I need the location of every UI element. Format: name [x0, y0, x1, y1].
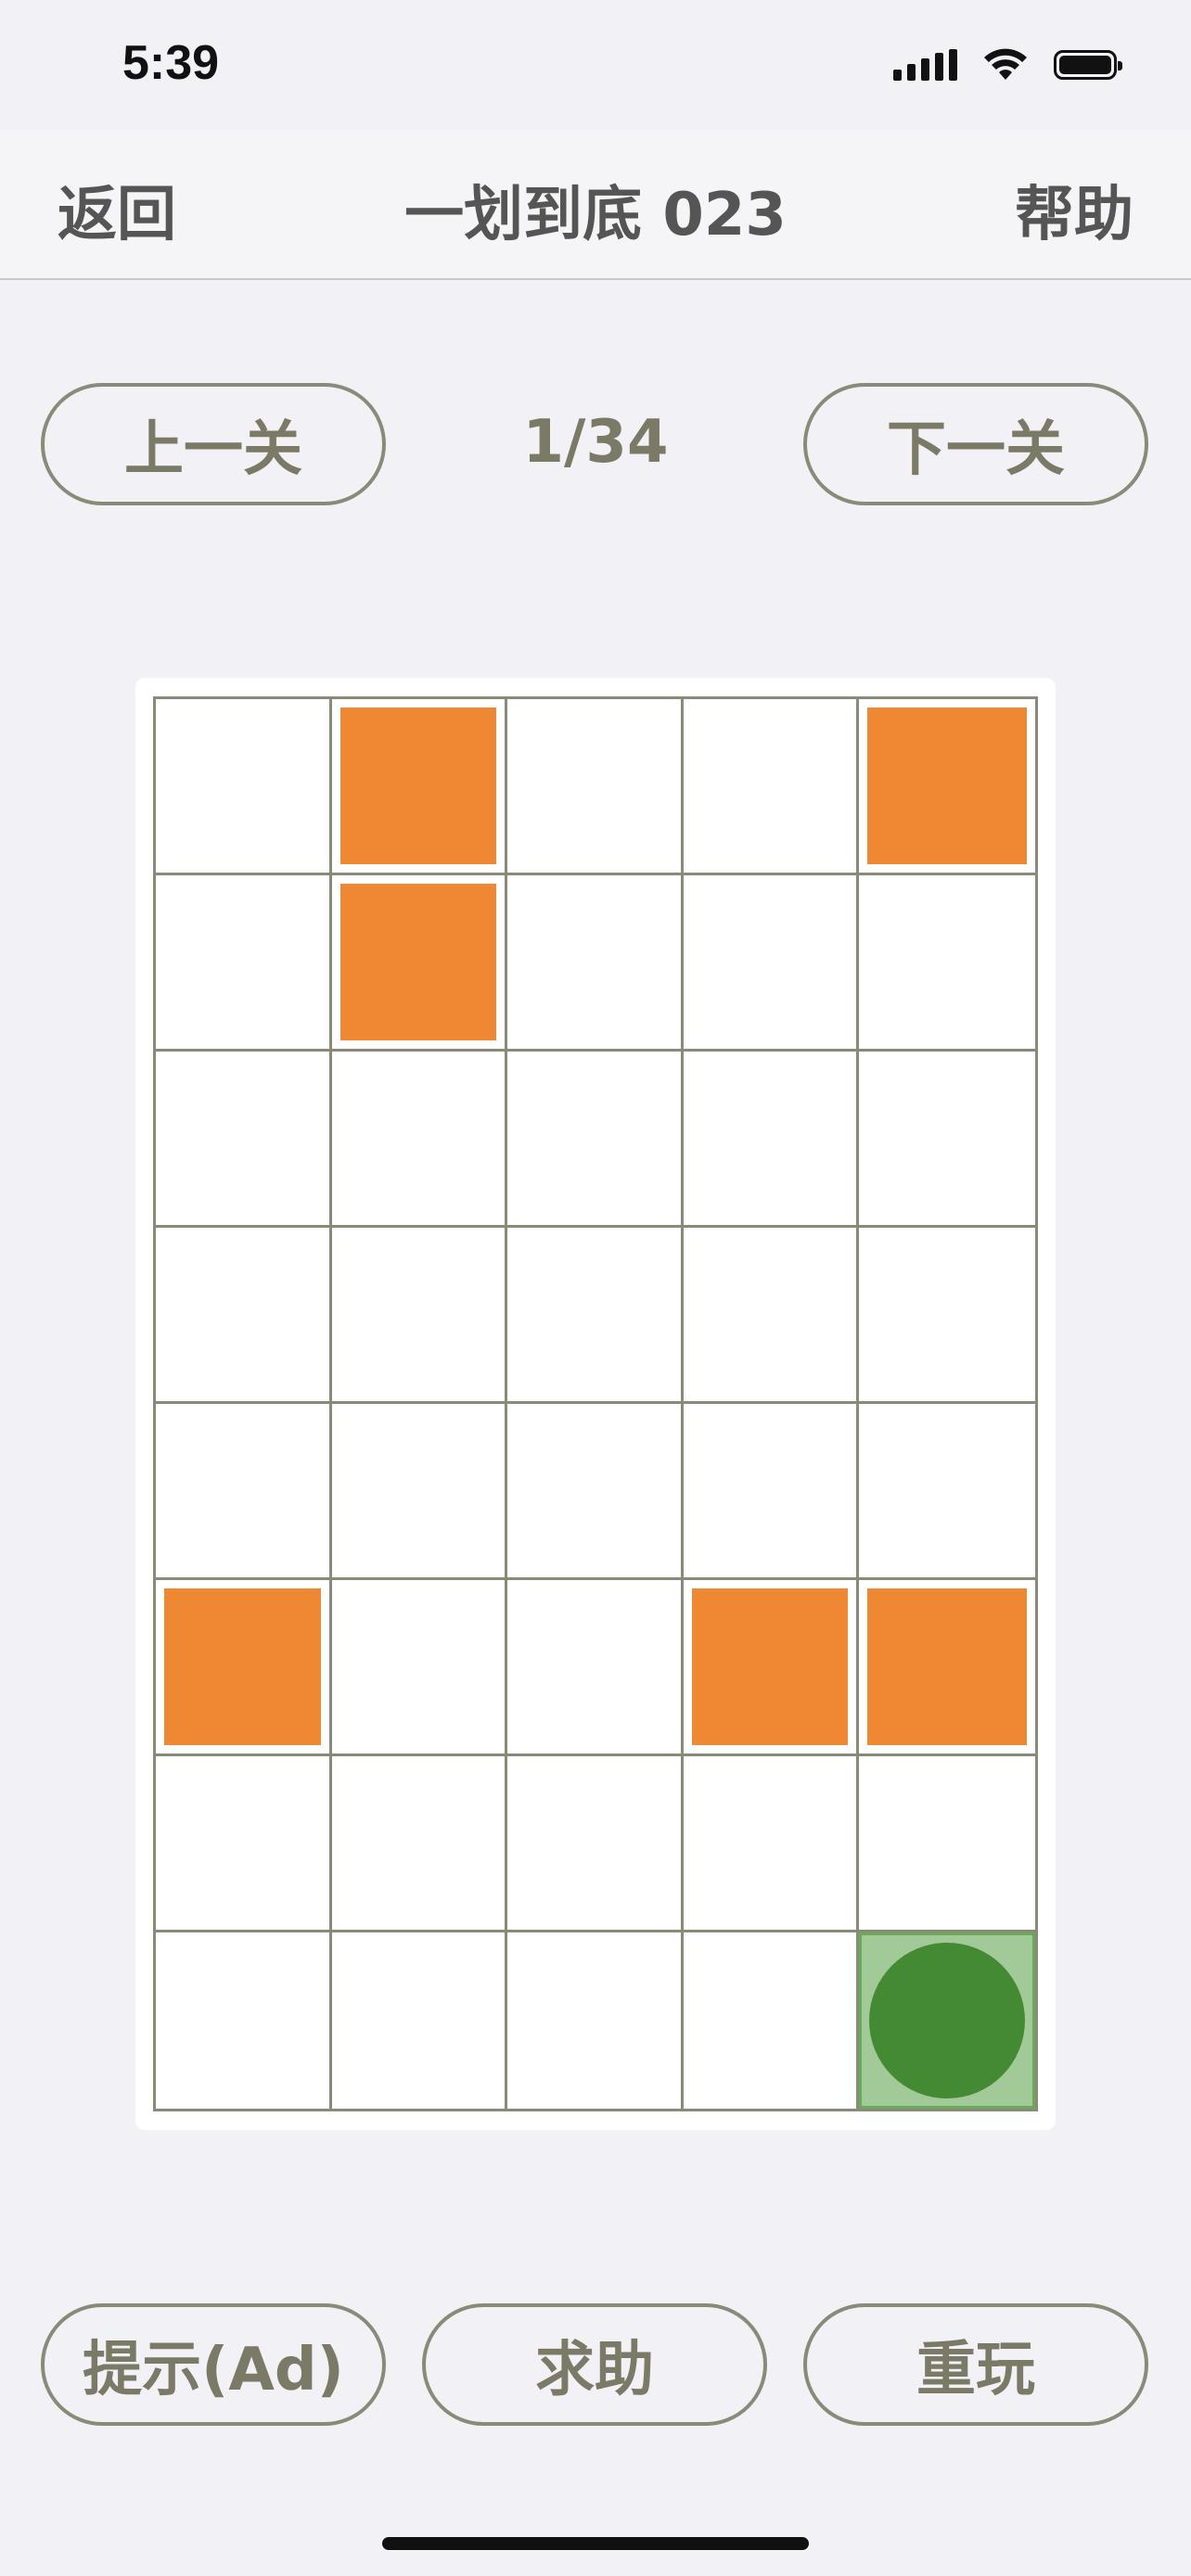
grid-cell[interactable]: [859, 1404, 1035, 1580]
home-indicator: [382, 2537, 809, 2550]
wall-cell: [331, 875, 508, 1052]
grid-cell[interactable]: [507, 1932, 684, 2109]
grid-cell[interactable]: [683, 699, 860, 875]
next-level-button[interactable]: 下一关: [803, 383, 1148, 505]
grid-cell[interactable]: [859, 1052, 1035, 1228]
hint-button[interactable]: 提示(Ad): [41, 2303, 386, 2426]
grid-cell[interactable]: [156, 1052, 332, 1228]
grid-cell[interactable]: [156, 875, 332, 1052]
grid-cell[interactable]: [507, 1580, 684, 1756]
status-time: 5:39: [122, 36, 220, 90]
grid-cell[interactable]: [507, 699, 684, 875]
signal-icon: [893, 49, 957, 81]
grid-cell[interactable]: [156, 699, 332, 875]
grid-cell[interactable]: [331, 1404, 508, 1580]
grid-cell[interactable]: [859, 1756, 1035, 1932]
grid-cell[interactable]: [156, 1404, 332, 1580]
grid-cell[interactable]: [683, 1052, 860, 1228]
game-board[interactable]: [153, 696, 1038, 2111]
grid-cell[interactable]: [683, 875, 860, 1052]
grid-cell[interactable]: [156, 1228, 332, 1404]
grid-cell[interactable]: [683, 1756, 860, 1932]
grid-cell[interactable]: [683, 1932, 860, 2109]
grid-cell[interactable]: [507, 1404, 684, 1580]
ask-for-help-button[interactable]: 求助: [422, 2303, 767, 2426]
battery-icon: [1054, 50, 1122, 80]
grid-cell[interactable]: [507, 1228, 684, 1404]
status-icons: [893, 48, 1122, 82]
grid-cell[interactable]: [331, 1228, 508, 1404]
grid-cell[interactable]: [331, 1580, 508, 1756]
grid-cell[interactable]: [859, 1228, 1035, 1404]
grid-cell[interactable]: [683, 1228, 860, 1404]
wall-cell: [859, 1580, 1035, 1756]
grid-cell[interactable]: [859, 875, 1035, 1052]
wall-cell: [331, 699, 508, 875]
help-button[interactable]: 帮助: [1015, 167, 1133, 252]
wall-cell: [683, 1580, 860, 1756]
grid-cell[interactable]: [156, 1756, 332, 1932]
grid-cell[interactable]: [683, 1404, 860, 1580]
grid-cell[interactable]: [507, 1052, 684, 1228]
navigation-bar: 返回 一划到底 023 帮助: [0, 130, 1191, 280]
grid-cell[interactable]: [156, 1932, 332, 2109]
wall-cell: [156, 1580, 332, 1756]
grid-cell[interactable]: [507, 1756, 684, 1932]
grid-cell[interactable]: [331, 1756, 508, 1932]
page-title: 一划到底 023: [404, 181, 787, 249]
grid-cell[interactable]: [331, 1932, 508, 2109]
player-dot[interactable]: [869, 1943, 1026, 2098]
start-cell[interactable]: [859, 1932, 1035, 2109]
status-bar: 5:39: [0, 0, 1191, 130]
grid-cell[interactable]: [331, 1052, 508, 1228]
grid-cell[interactable]: [507, 875, 684, 1052]
replay-button[interactable]: 重玩: [803, 2303, 1148, 2426]
wifi-icon: [984, 48, 1027, 80]
wall-cell: [859, 699, 1035, 875]
